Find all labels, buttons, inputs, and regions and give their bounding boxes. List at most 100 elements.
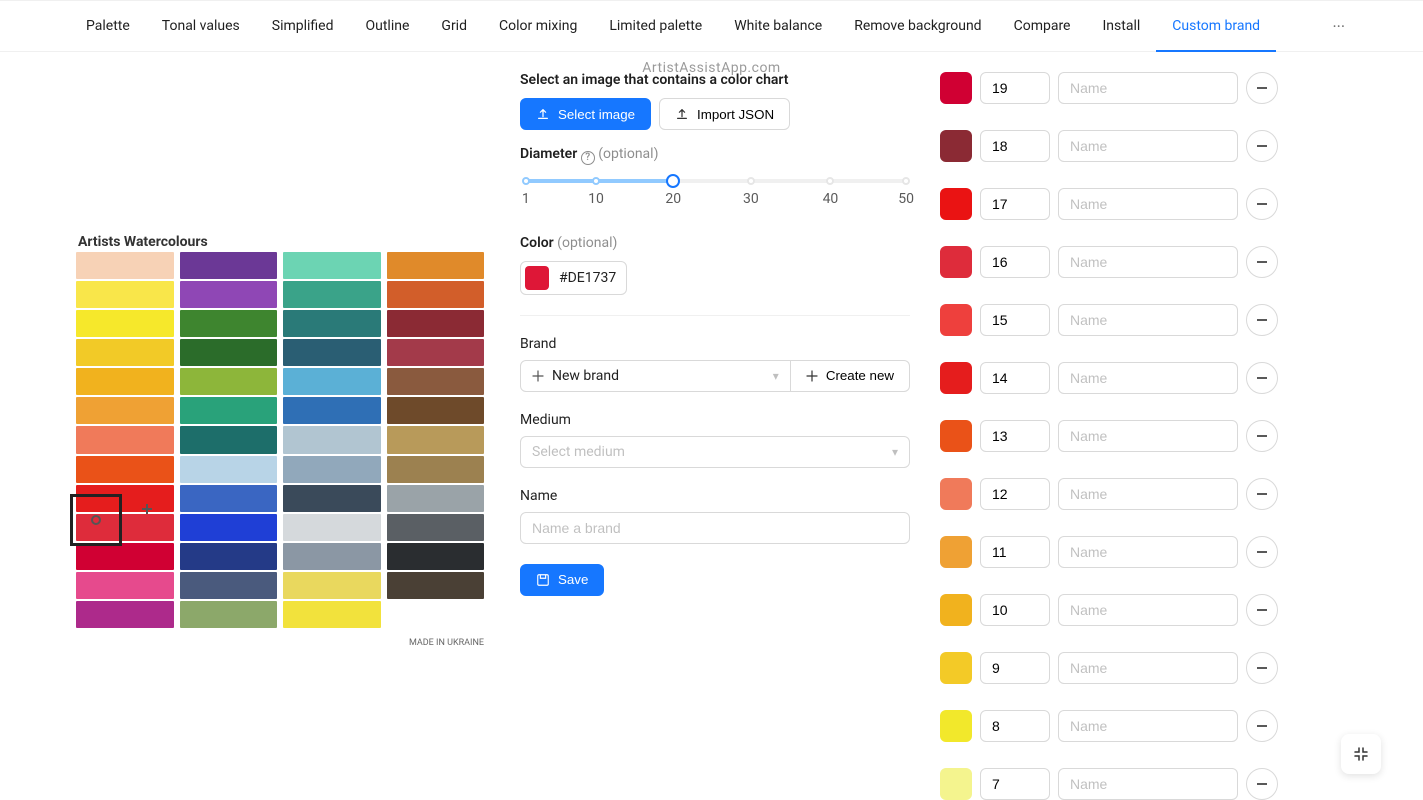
color-number-input[interactable] [980,478,1050,510]
chevron-down-icon: ▾ [892,445,898,459]
color-name-input[interactable] [1058,768,1238,800]
fullscreen-exit-icon [1353,746,1369,762]
color-swatch[interactable] [940,130,972,162]
color-number-input[interactable] [980,710,1050,742]
tab-remove-background[interactable]: Remove background [838,0,997,52]
minus-icon [1257,435,1267,437]
color-swatch[interactable] [940,188,972,220]
select-image-button[interactable]: Select image [520,98,651,130]
color-number-input[interactable] [980,652,1050,684]
tab-white-balance[interactable]: White balance [718,0,838,52]
create-new-button[interactable]: Create new [791,360,910,392]
slider-handle[interactable] [666,174,680,188]
color-swatch[interactable] [940,420,972,452]
tab-color-mixing[interactable]: Color mixing [483,0,593,52]
color-name-input[interactable] [1058,652,1238,684]
plus-icon [532,370,544,382]
color-number-input[interactable] [980,130,1050,162]
color-name-input[interactable] [1058,188,1238,220]
tab-simplified[interactable]: Simplified [256,0,350,52]
color-number-input[interactable] [980,362,1050,394]
medium-select[interactable]: Select medium ▾ [520,436,910,468]
slider-mark: 1 [522,191,530,207]
color-number-input[interactable] [980,536,1050,568]
color-name-input[interactable] [1058,246,1238,278]
tab-install[interactable]: Install [1086,0,1156,52]
remove-color-button[interactable] [1246,536,1278,568]
tab-tonal-values[interactable]: Tonal values [146,0,256,52]
color-number-input[interactable] [980,768,1050,800]
color-swatch[interactable] [940,768,972,800]
import-json-button[interactable]: Import JSON [659,98,790,130]
medium-label: Medium [520,412,910,428]
color-name-input[interactable] [1058,420,1238,452]
color-swatch[interactable] [940,362,972,394]
color-swatch[interactable] [940,246,972,278]
remove-color-button[interactable] [1246,130,1278,162]
color-number-input[interactable] [980,304,1050,336]
color-item [940,710,1353,742]
color-item [940,652,1353,684]
color-chart-image[interactable]: Artists Watercolours MADE IN UKRAINE [70,234,490,634]
remove-color-button[interactable] [1246,188,1278,220]
save-button[interactable]: Save [520,564,604,596]
color-item [940,72,1353,104]
color-name-input[interactable] [1058,304,1238,336]
tab-custom-brand[interactable]: Custom brand [1156,0,1276,52]
color-item [940,420,1353,452]
remove-color-button[interactable] [1246,304,1278,336]
color-number-input[interactable] [980,246,1050,278]
slider-mark: 40 [823,191,839,207]
color-number-input[interactable] [980,594,1050,626]
tab-limited-palette[interactable]: Limited palette [593,0,718,52]
brand-select[interactable]: New brand ▾ [520,360,791,392]
minus-icon [1257,551,1267,553]
color-swatch[interactable] [940,536,972,568]
minus-icon [1257,493,1267,495]
remove-color-button[interactable] [1246,72,1278,104]
save-icon [536,573,550,587]
color-swatch[interactable] [940,710,972,742]
name-label: Name [520,488,910,504]
remove-color-button[interactable] [1246,246,1278,278]
color-name-input[interactable] [1058,710,1238,742]
tab-compare[interactable]: Compare [998,0,1087,52]
remove-color-button[interactable] [1246,768,1278,800]
color-picker-frame[interactable] [70,494,122,546]
color-swatch[interactable] [940,478,972,510]
diameter-slider[interactable]: 1 10 20 30 40 50 [520,177,910,217]
remove-color-button[interactable] [1246,478,1278,510]
color-number-input[interactable] [980,72,1050,104]
color-name-input[interactable] [1058,536,1238,568]
remove-color-button[interactable] [1246,652,1278,684]
remove-color-button[interactable] [1246,710,1278,742]
slider-mark: 10 [588,191,604,207]
tab-grid[interactable]: Grid [425,0,483,52]
color-name-input[interactable] [1058,362,1238,394]
tabs-more-icon[interactable]: ··· [1324,17,1353,36]
color-name-input[interactable] [1058,594,1238,626]
remove-color-button[interactable] [1246,594,1278,626]
color-name-input[interactable] [1058,478,1238,510]
remove-color-button[interactable] [1246,420,1278,452]
color-name-input[interactable] [1058,130,1238,162]
upload-icon [536,107,550,121]
fullscreen-exit-button[interactable] [1341,734,1381,774]
color-number-input[interactable] [980,188,1050,220]
picked-color[interactable]: #DE1737 [520,261,627,295]
color-item [940,478,1353,510]
color-swatch[interactable] [940,72,972,104]
help-icon[interactable]: ? [581,151,595,165]
tab-palette[interactable]: Palette [70,0,146,52]
form-panel: Select an image that contains a color ch… [520,64,910,800]
tab-outline[interactable]: Outline [350,0,426,52]
color-name-input[interactable] [1058,72,1238,104]
color-number-input[interactable] [980,420,1050,452]
color-item [940,594,1353,626]
color-swatch[interactable] [940,304,972,336]
color-swatch[interactable] [940,652,972,684]
diameter-label: Diameter ? (optional) [520,146,910,165]
name-input[interactable] [520,512,910,544]
remove-color-button[interactable] [1246,362,1278,394]
color-swatch[interactable] [940,594,972,626]
